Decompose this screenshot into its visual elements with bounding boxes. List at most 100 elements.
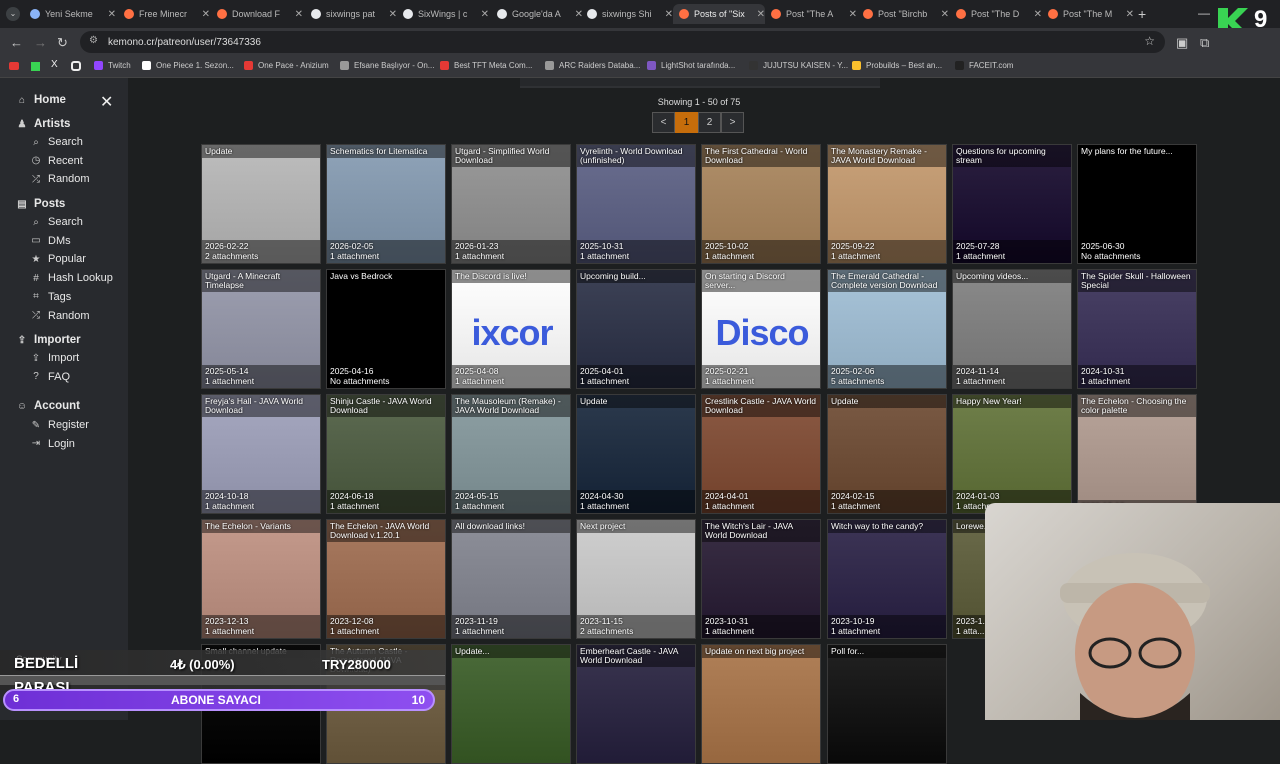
- post-card[interactable]: On starting a Discord server... Disco 2025…: [701, 269, 821, 389]
- sidebar-item-faq[interactable]: ? FAQ: [30, 371, 70, 383]
- browser-tab[interactable]: Post "The M ✕: [1042, 4, 1134, 24]
- x-bookmark-icon[interactable]: X: [51, 59, 58, 70]
- post-card[interactable]: Witch way to the candy? 2023-10-19 1 attac…: [827, 519, 947, 639]
- post-card[interactable]: The Emerald Cathedral - Complete version…: [827, 269, 947, 389]
- post-card[interactable]: Freyja's Hall - JAVA World Download 2024-…: [201, 394, 321, 514]
- post-card[interactable]: My plans for the future... 2025-06-30 No a…: [1077, 144, 1197, 264]
- post-card[interactable]: The Echelon - Variants 2023-12-13 1 attach…: [201, 519, 321, 639]
- post-card[interactable]: Update on next big project: [701, 644, 821, 764]
- browser-tab[interactable]: Post "The D ✕: [950, 4, 1042, 24]
- bookmark-item[interactable]: Twitch: [94, 61, 131, 70]
- minimize-window-button[interactable]: —: [1198, 6, 1210, 20]
- sidebar-item-register[interactable]: ✎ Register: [30, 419, 89, 431]
- post-card[interactable]: Next project 2023-11-15 2 attachments: [576, 519, 696, 639]
- instagram-bookmark-icon[interactable]: [71, 61, 81, 71]
- bookmark-star-icon[interactable]: ☆: [1144, 34, 1155, 48]
- bookmark-item[interactable]: One Piece 1. Sezon...: [142, 61, 234, 70]
- post-meta: 2025-04-01 1 attachment: [577, 365, 695, 388]
- sidebar-item-import[interactable]: ⇪ Import: [30, 352, 79, 364]
- close-tab-icon[interactable]: ✕: [389, 9, 397, 20]
- post-card[interactable]: Emberheart Castle - JAVA World Download: [576, 644, 696, 764]
- post-card[interactable]: Utgard - Simplified World Download 2026-0…: [451, 144, 571, 264]
- post-card[interactable]: Questions for upcoming stream 2025-07-28 1…: [952, 144, 1072, 264]
- post-card[interactable]: The Witch's Lair - JAVA World Download 20…: [701, 519, 821, 639]
- post-card[interactable]: The Spider Skull - Halloween Special 2024…: [1077, 269, 1197, 389]
- post-card[interactable]: The Echelon - JAVA World Download v.1.20…: [326, 519, 446, 639]
- post-card[interactable]: Schematics for Litematica 2026-02-05 1 att…: [326, 144, 446, 264]
- kick-bookmark-icon[interactable]: [31, 62, 40, 71]
- bookmark-item[interactable]: Best TFT Meta Com...: [440, 61, 532, 70]
- close-tab-icon[interactable]: ✕: [1034, 9, 1042, 20]
- page-2-button[interactable]: 2: [698, 112, 721, 133]
- post-card[interactable]: Happy New Year! 2024-01-03 1 attachment: [952, 394, 1072, 514]
- reload-icon[interactable]: ↻: [57, 35, 68, 51]
- post-card[interactable]: The Discord is live! ixcor 2025-04-08 1 att…: [451, 269, 571, 389]
- close-tab-icon[interactable]: ✕: [481, 9, 489, 20]
- forward-icon[interactable]: →: [34, 35, 47, 50]
- browser-tab[interactable]: sixwings Shi ✕: [581, 4, 673, 24]
- bookmark-item[interactable]: FACEIT.com: [955, 61, 1013, 70]
- sidebar-item-random[interactable]: ⤮ Random: [30, 173, 90, 185]
- post-card[interactable]: Update 2024-02-15 1 attachment: [827, 394, 947, 514]
- sidebar-item-random[interactable]: ⤮ Random: [30, 310, 90, 322]
- bookmark-item[interactable]: JUJUTSU KAISEN - Y...: [749, 61, 848, 70]
- extension-icon[interactable]: ▣: [1176, 35, 1188, 51]
- sidebar-item-tags[interactable]: ⌗ Tags: [30, 291, 71, 303]
- post-card[interactable]: Java vs Bedrock 2025-04-16 No attachments: [326, 269, 446, 389]
- post-card[interactable]: Update...: [451, 644, 571, 764]
- address-bar[interactable]: ⚙ kemono.cr/patreon/user/73647336 ☆: [80, 31, 1165, 53]
- close-tab-icon[interactable]: ✕: [757, 9, 765, 20]
- sidebar-item-search[interactable]: ⌕ Search: [30, 216, 83, 228]
- post-card[interactable]: Upcoming videos... 2024-11-14 1 attachment: [952, 269, 1072, 389]
- sidebar-item-search[interactable]: ⌕ Search: [30, 136, 83, 148]
- bookmark-item[interactable]: Efsane Başlıyor - On...: [340, 61, 434, 70]
- post-card[interactable]: The Mausoleum (Remake) - JAVA World Down…: [451, 394, 571, 514]
- browser-tab[interactable]: Google'da A ✕: [491, 4, 583, 24]
- post-card[interactable]: Update 2024-04-30 1 attachment: [576, 394, 696, 514]
- bookmark-item[interactable]: LightShot tarafında...: [647, 61, 735, 70]
- post-card[interactable]: Shinju Castle - JAVA World Download 2024-…: [326, 394, 446, 514]
- post-card[interactable]: The Monastery Remake - JAVA World Downlo…: [827, 144, 947, 264]
- browser-tab[interactable]: Post "Birchb ✕: [857, 4, 949, 24]
- post-card[interactable]: Crestlink Castle - JAVA World Download 20…: [701, 394, 821, 514]
- sidebar-item-dms[interactable]: ▭ DMs: [30, 235, 70, 247]
- close-tab-icon[interactable]: ✕: [849, 9, 857, 20]
- prev-page-button[interactable]: <: [652, 112, 675, 133]
- close-tab-icon[interactable]: ✕: [202, 9, 210, 20]
- sidebar-item-popular[interactable]: ★ Popular: [30, 253, 86, 265]
- browser-tab[interactable]: Posts of "Six ✕: [673, 4, 765, 24]
- close-tab-icon[interactable]: ✕: [941, 9, 949, 20]
- youtube-bookmark-icon[interactable]: [9, 62, 19, 70]
- browser-tab[interactable]: SixWings | c ✕: [397, 4, 489, 24]
- close-tab-icon[interactable]: ✕: [1126, 9, 1134, 20]
- bookmark-item[interactable]: One Pace - Anizium: [244, 61, 329, 70]
- post-card[interactable]: Utgard - A Minecraft Timelapse 2025-05-14…: [201, 269, 321, 389]
- browser-tab[interactable]: Yeni Sekme ✕: [24, 4, 116, 24]
- post-card[interactable]: Poll for...: [827, 644, 947, 764]
- close-tab-icon[interactable]: ✕: [108, 9, 116, 20]
- bookmark-item[interactable]: Probuilds – Best an...: [852, 61, 942, 70]
- close-tab-icon[interactable]: ✕: [295, 9, 303, 20]
- sidebar-item-login[interactable]: ⇥ Login: [30, 438, 75, 450]
- extensions-puzzle-icon[interactable]: ⧉: [1200, 35, 1209, 51]
- new-tab-button[interactable]: +: [1138, 6, 1146, 22]
- post-card[interactable]: Update 2026-02-22 2 attachments: [201, 144, 321, 264]
- post-card[interactable]: Upcoming build... 2025-04-01 1 attachment: [576, 269, 696, 389]
- tab-list-button[interactable]: ⌄: [6, 7, 20, 21]
- sidebar-item-recent[interactable]: ◷ Recent: [30, 155, 83, 167]
- post-card[interactable]: Vyrelinth - World Download (unfinished) 2…: [576, 144, 696, 264]
- browser-tab[interactable]: Free Minecr ✕: [118, 4, 210, 24]
- bookmark-item[interactable]: ARC Raiders Databa...: [545, 61, 640, 70]
- close-tab-icon[interactable]: ✕: [665, 9, 673, 20]
- sidebar-item-hash-lookup[interactable]: # Hash Lookup: [30, 272, 113, 284]
- next-page-button[interactable]: >: [721, 112, 744, 133]
- browser-tab[interactable]: Download F ✕: [211, 4, 303, 24]
- post-card[interactable]: The Echelon - Choosing the color palette…: [1077, 394, 1197, 514]
- browser-tab[interactable]: sixwings pat ✕: [305, 4, 397, 24]
- post-card[interactable]: All download links! 2023-11-19 1 attachmen…: [451, 519, 571, 639]
- browser-tab[interactable]: Post "The A ✕: [765, 4, 857, 24]
- back-icon[interactable]: ←: [10, 35, 23, 50]
- site-info-icon[interactable]: ⚙: [89, 35, 98, 46]
- post-card[interactable]: The First Cathedral - World Download 2025…: [701, 144, 821, 264]
- page-1-button[interactable]: 1: [675, 112, 698, 133]
